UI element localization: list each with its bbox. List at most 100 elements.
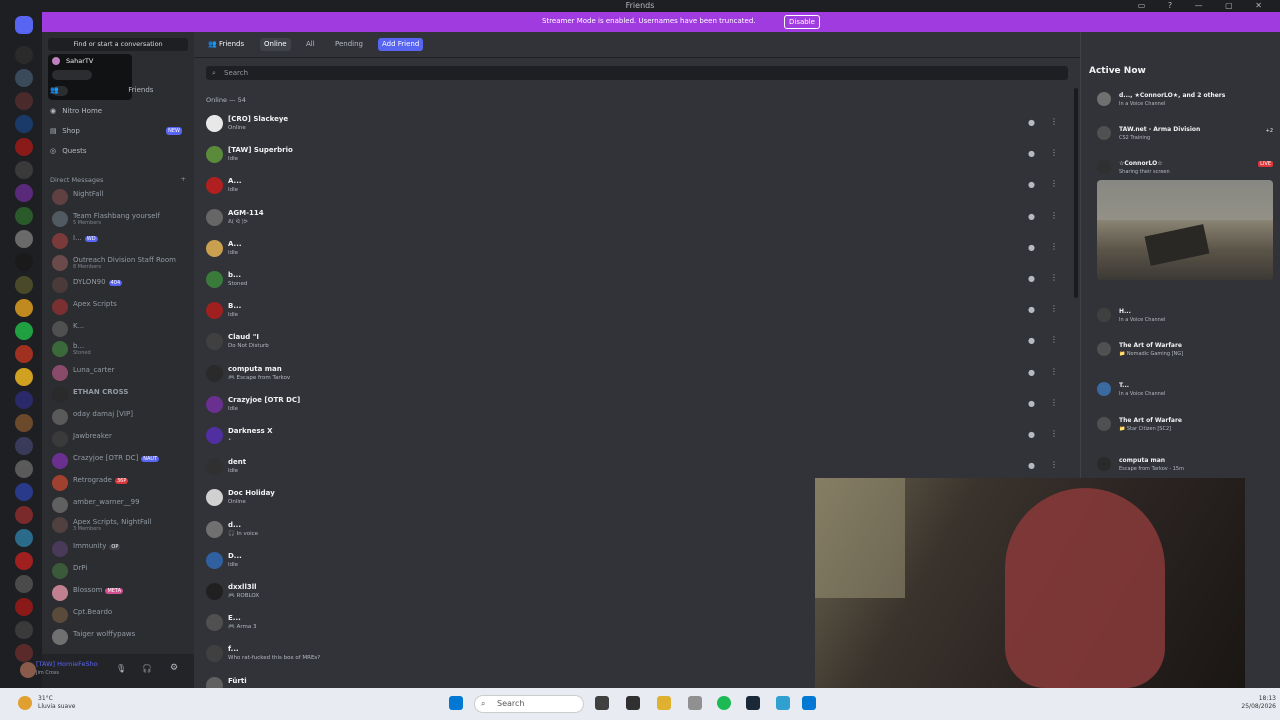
tab-pending[interactable]: Pending <box>331 38 367 51</box>
more-options-icon[interactable]: ⋮ <box>1050 460 1058 469</box>
window-controls[interactable]: ▭ ? — ▢ ✕ <box>1138 1 1272 10</box>
system-clock[interactable]: 18:13 25/08/2026 <box>1241 695 1276 711</box>
server-icon[interactable] <box>15 230 33 248</box>
dm-item[interactable]: Immunity OP <box>52 540 190 558</box>
dm-item[interactable]: Luna_carter <box>52 364 190 382</box>
server-icon[interactable] <box>15 598 33 616</box>
dm-item[interactable]: Apex Scripts, NightFall 3 Members <box>52 516 190 534</box>
edge-icon[interactable] <box>802 696 816 710</box>
message-icon[interactable]: ● <box>1028 243 1035 252</box>
server-icon[interactable] <box>15 391 33 409</box>
friend-row[interactable]: A... Idle ● ⋮ <box>206 172 1062 203</box>
server-icon[interactable] <box>15 483 33 501</box>
message-icon[interactable]: ● <box>1028 149 1035 158</box>
start-menu-icon[interactable] <box>449 696 463 710</box>
more-options-icon[interactable]: ⋮ <box>1050 367 1058 376</box>
server-icon[interactable] <box>15 529 33 547</box>
friend-row[interactable]: [TAW] Superbrio Idle ● ⋮ <box>206 141 1062 172</box>
dm-item[interactable]: DYLON90 404 <box>52 276 190 294</box>
friend-row[interactable]: A... Idle ● ⋮ <box>206 235 1062 266</box>
dm-item[interactable]: b... Stoned <box>52 340 190 358</box>
friend-row[interactable]: [CRO] Slackeye Online ● ⋮ <box>206 110 1062 141</box>
app-icon[interactable] <box>776 696 790 710</box>
discord-home-icon[interactable] <box>15 16 33 34</box>
message-icon[interactable]: ● <box>1028 461 1035 470</box>
file-explorer-icon[interactable] <box>657 696 671 710</box>
dm-item[interactable]: NightFall <box>52 188 190 206</box>
tab-all[interactable]: All <box>302 38 319 51</box>
dm-item[interactable]: oday damaj [VIP] <box>52 408 190 426</box>
server-icon[interactable] <box>15 621 33 639</box>
more-options-icon[interactable]: ⋮ <box>1050 429 1058 438</box>
server-icon[interactable] <box>15 460 33 478</box>
more-options-icon[interactable]: ⋮ <box>1050 242 1058 251</box>
server-icon[interactable] <box>15 322 33 340</box>
server-icon[interactable] <box>15 414 33 432</box>
more-options-icon[interactable]: ⋮ <box>1050 335 1058 344</box>
taskbar-search[interactable]: ⌕ Search <box>474 695 584 713</box>
nav-friends[interactable]: 👥 Friends <box>50 82 190 98</box>
dm-item[interactable]: K... <box>52 320 190 338</box>
dm-item[interactable]: DrPi <box>52 562 190 580</box>
more-options-icon[interactable]: ⋮ <box>1050 211 1058 220</box>
dm-item[interactable]: I... WD <box>52 232 190 250</box>
message-icon[interactable]: ● <box>1028 336 1035 345</box>
server-icon[interactable] <box>15 207 33 225</box>
stream-preview[interactable] <box>1097 180 1273 280</box>
dm-item[interactable]: Crazyjoe [OTR DC] NAUT <box>52 452 190 470</box>
disable-streamer-mode-button[interactable]: Disable <box>784 15 820 29</box>
more-options-icon[interactable]: ⋮ <box>1050 398 1058 407</box>
more-options-icon[interactable]: ⋮ <box>1050 148 1058 157</box>
server-icon[interactable] <box>15 138 33 156</box>
dm-item[interactable]: Cpt.Beardo <box>52 606 190 624</box>
server-icon[interactable] <box>15 299 33 317</box>
friend-row[interactable]: Crazyjoe [OTR DC] Idle ● ⋮ <box>206 391 1062 422</box>
terminal-icon[interactable] <box>626 696 640 710</box>
message-icon[interactable]: ● <box>1028 399 1035 408</box>
nav-nitro-home[interactable]: ◉ Nitro Home <box>50 103 190 119</box>
dm-item[interactable]: amber_warner__99 <box>52 496 190 514</box>
server-icon[interactable] <box>15 644 33 662</box>
app-icon[interactable] <box>688 696 702 710</box>
dm-item[interactable]: Jawbreaker <box>52 430 190 448</box>
settings-gear-icon[interactable]: ⚙ <box>170 663 178 673</box>
server-icon[interactable] <box>15 345 33 363</box>
more-options-icon[interactable]: ⋮ <box>1050 117 1058 126</box>
dm-item[interactable]: ETHAN CROSS <box>52 386 190 404</box>
friend-row[interactable]: Darkness X • ● ⋮ <box>206 422 1062 453</box>
dm-item[interactable]: Retrograde 36P <box>52 474 190 492</box>
find-conversation-button[interactable]: Find or start a conversation <box>48 38 188 51</box>
dm-item[interactable]: Apex Scripts <box>52 298 190 316</box>
task-view-icon[interactable] <box>595 696 609 710</box>
message-icon[interactable]: ● <box>1028 274 1035 283</box>
nav-shop[interactable]: ▤ Shop NEW <box>50 123 190 139</box>
dm-item[interactable]: Outreach Division Staff Room 8 Members <box>52 254 190 272</box>
microphone-icon[interactable]: 🎙 <box>116 664 126 673</box>
message-icon[interactable]: ● <box>1028 305 1035 314</box>
server-icon[interactable] <box>15 368 33 386</box>
more-options-icon[interactable]: ⋮ <box>1050 273 1058 282</box>
server-icon[interactable] <box>15 437 33 455</box>
server-icon[interactable] <box>15 115 33 133</box>
server-icon[interactable] <box>15 506 33 524</box>
friend-row[interactable]: computa man 🎮 Escape from Tarkov ● ⋮ <box>206 360 1062 391</box>
server-icon[interactable] <box>15 575 33 593</box>
friend-row[interactable]: b... Stoned ● ⋮ <box>206 266 1062 297</box>
server-icon[interactable] <box>15 92 33 110</box>
steam-icon[interactable] <box>746 696 760 710</box>
friends-search-input[interactable]: ⌕ Search <box>206 66 1068 80</box>
server-icon[interactable] <box>15 184 33 202</box>
dm-item[interactable]: Taiger wolffypaws <box>52 628 190 646</box>
friend-row[interactable]: B... Idle ● ⋮ <box>206 297 1062 328</box>
server-icon[interactable] <box>15 46 33 64</box>
server-icon[interactable] <box>15 69 33 87</box>
weather-icon[interactable] <box>18 696 32 710</box>
nav-quests[interactable]: ◎ Quests <box>50 143 190 159</box>
friend-row[interactable]: AGM-114 ᕕ( ᐛ )ᕗ ● ⋮ <box>206 204 1062 235</box>
friend-row[interactable]: Claud "I Do Not Disturb ● ⋮ <box>206 328 1062 359</box>
server-icon[interactable] <box>15 276 33 294</box>
message-icon[interactable]: ● <box>1028 430 1035 439</box>
message-icon[interactable]: ● <box>1028 368 1035 377</box>
tab-online[interactable]: Online <box>260 38 291 51</box>
server-icon[interactable] <box>15 253 33 271</box>
